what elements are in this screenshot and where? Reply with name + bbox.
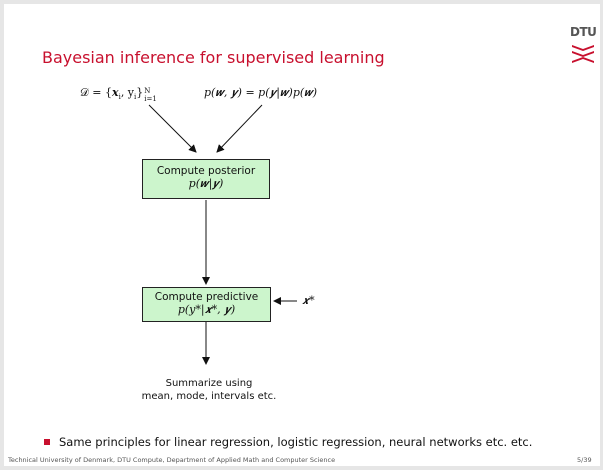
slide: Bayesian inference for supervised learni…: [4, 4, 600, 466]
summary-line-2: mean, mode, intervals etc.: [141, 391, 277, 402]
bullet-item: Same principles for linear regression, l…: [44, 435, 532, 449]
new-input-label: 𝒙*: [302, 294, 315, 307]
compute-predictive-label: Compute predictive: [154, 291, 259, 303]
posterior-formula: p(𝒘|𝒚): [188, 177, 224, 190]
predictive-formula: p(y*|𝒙*, 𝒚): [177, 303, 236, 316]
compute-posterior-label: Compute posterior: [156, 165, 256, 177]
diagram-arrows: [148, 104, 297, 365]
compute-predictive-box: Compute predictive p(y*|𝒙*, 𝒚): [142, 287, 271, 322]
arrow-data-to-posterior: [148, 104, 197, 153]
footer-institution: Technical University of Denmark, DTU Com…: [8, 456, 336, 464]
bullet-text: Same principles for linear regression, l…: [59, 435, 533, 449]
bullet-square-icon: [44, 438, 50, 445]
compute-posterior-box: Compute posterior p(𝒘|𝒚): [142, 159, 270, 199]
arrow-joint-to-posterior: [216, 104, 263, 153]
footer-page-number: 5/39: [577, 456, 592, 464]
summary-line-1: Summarize using: [165, 378, 253, 389]
summary-text: Summarize using mean, mode, intervals et…: [124, 377, 294, 403]
